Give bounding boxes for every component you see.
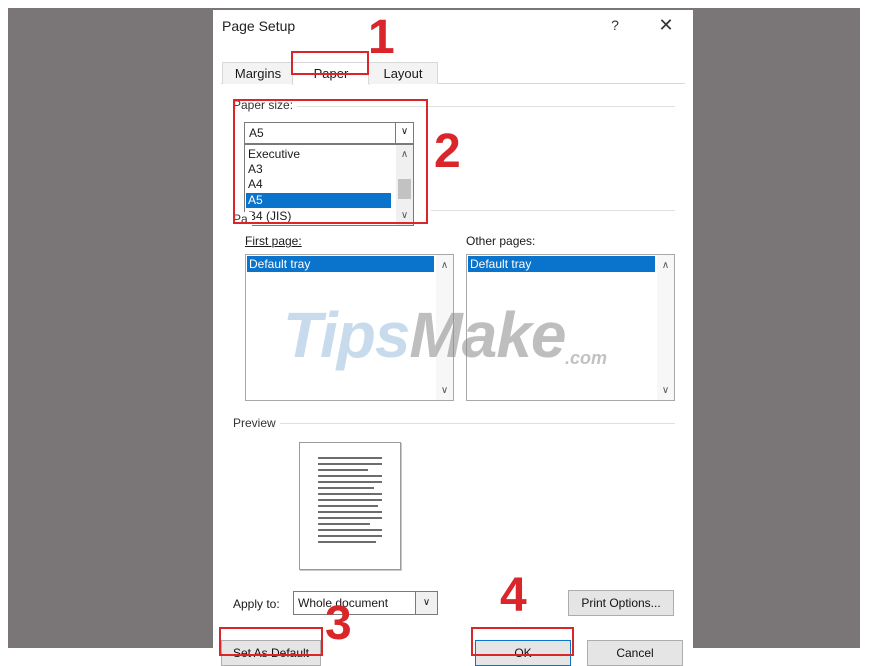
preview-label: Preview (233, 416, 280, 430)
annotation-box-paper-tab (291, 51, 369, 75)
preview-text-line (318, 469, 368, 471)
other-pages-label: Other pages: (466, 234, 536, 248)
preview-text-line (318, 541, 376, 543)
preview-text-line (318, 505, 378, 507)
preview-text-line (318, 457, 382, 459)
tab-layout[interactable]: Layout (368, 62, 438, 84)
other-pages-item[interactable]: Default tray (468, 256, 655, 272)
other-pages-scrollbar[interactable]: ∧ ∨ (657, 255, 674, 400)
tab-margins[interactable]: Margins (222, 62, 294, 84)
annotation-box-paper-size (233, 99, 428, 224)
annotation-step-4: 4 (500, 569, 527, 622)
preview-text-line (318, 481, 382, 483)
watermark-make: Make (409, 299, 566, 371)
preview-text-line (318, 493, 382, 495)
preview-text-line (318, 535, 382, 537)
preview-rule (233, 423, 675, 424)
help-button[interactable]: ? (605, 15, 625, 35)
preview-text-line (318, 529, 382, 531)
watermark-tips: Tips (283, 299, 410, 371)
close-icon: ✕ (658, 15, 674, 35)
preview-page (299, 442, 401, 570)
first-page-item[interactable]: Default tray (247, 256, 434, 272)
paper-source-rule (431, 210, 675, 211)
apply-to-select[interactable]: Whole document ∨ (293, 591, 438, 615)
annotation-step-3: 3 (325, 597, 352, 650)
chevron-down-icon[interactable]: ∨ (436, 383, 453, 398)
dialog-title: Page Setup (222, 18, 296, 34)
annotation-box-ok (471, 627, 574, 656)
chevron-down-icon[interactable]: ∨ (657, 383, 674, 398)
preview-text-line (318, 487, 374, 489)
preview-text-line (318, 523, 370, 525)
chevron-up-icon[interactable]: ∧ (657, 258, 674, 273)
preview-text-line (318, 517, 382, 519)
annotation-box-set-default (219, 627, 323, 656)
preview-text-line (318, 499, 382, 501)
chevron-down-icon[interactable]: ∨ (415, 592, 437, 614)
watermark-suffix: .com (565, 348, 608, 368)
print-options-button[interactable]: Print Options... (568, 590, 674, 616)
watermark-logo: TipsMake (283, 298, 567, 372)
chevron-up-icon[interactable]: ∧ (436, 258, 453, 273)
annotation-step-1: 1 (368, 11, 395, 64)
annotation-step-2: 2 (434, 125, 461, 178)
cancel-button[interactable]: Cancel (587, 640, 683, 666)
first-page-label: First page: (245, 234, 302, 248)
preview-text-line (318, 511, 382, 513)
preview-text-line (318, 463, 382, 465)
close-button[interactable]: ✕ (653, 14, 679, 36)
preview-text-line (318, 475, 382, 477)
apply-to-label: Apply to: (233, 597, 280, 611)
